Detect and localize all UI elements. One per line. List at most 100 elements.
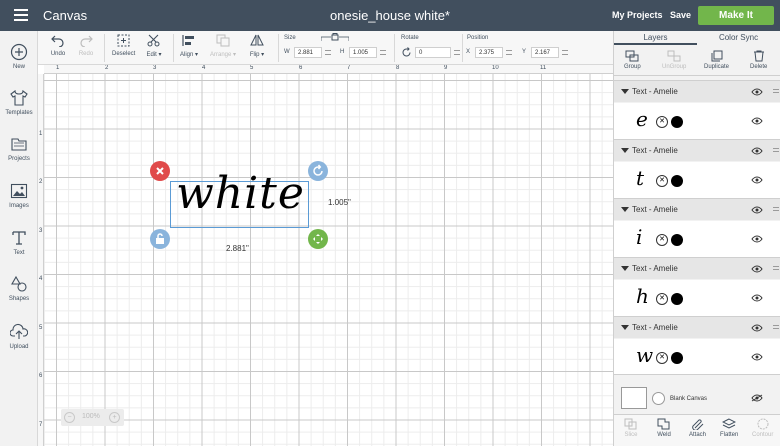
drag-handle[interactable] <box>773 89 779 95</box>
cut-type-icon[interactable]: ✕ <box>656 116 668 128</box>
flip-menu[interactable]: Flip ▾ <box>249 34 265 58</box>
rotate-field[interactable]: 0 <box>415 47 451 58</box>
eye-icon[interactable] <box>751 147 763 155</box>
lock-handle[interactable] <box>150 229 170 249</box>
arrange-menu[interactable]: Arrange ▾ <box>210 34 236 58</box>
selection-box[interactable]: white <box>170 168 309 228</box>
drag-handle[interactable] <box>773 207 779 213</box>
nav-projects[interactable]: Projects <box>0 135 38 162</box>
y-position-field[interactable]: 2.167 <box>531 47 559 58</box>
chevron-down-icon[interactable] <box>621 325 629 330</box>
nav-upload[interactable]: Upload <box>0 323 38 350</box>
menu-icon[interactable] <box>14 9 28 21</box>
layer-group-header[interactable]: Text - Amelie <box>614 316 780 338</box>
delete-handle[interactable] <box>150 161 170 181</box>
eye-hidden-icon[interactable] <box>751 394 763 402</box>
edit-menu[interactable]: Edit ▾ <box>146 34 162 58</box>
selected-text[interactable]: white <box>171 168 310 219</box>
nav-templates[interactable]: Templates <box>0 89 38 116</box>
layer-glyph: h <box>636 284 649 308</box>
nav-images[interactable]: Images <box>0 182 38 209</box>
shirt-icon <box>10 89 28 106</box>
eye-icon[interactable] <box>751 353 763 361</box>
chevron-down-icon[interactable] <box>621 148 629 153</box>
undo-button[interactable]: Undo <box>50 34 66 57</box>
color-swatch[interactable] <box>671 293 683 305</box>
eye-icon[interactable] <box>751 324 763 332</box>
y-position-stepper[interactable] <box>561 47 569 58</box>
width-field[interactable]: 2.881 <box>294 47 322 58</box>
nav-text[interactable]: Text <box>0 229 38 256</box>
eye-icon[interactable] <box>751 235 763 243</box>
delete-button[interactable]: Delete <box>750 50 767 70</box>
cut-type-icon[interactable]: ✕ <box>656 293 668 305</box>
color-swatch[interactable] <box>671 352 683 364</box>
design-canvas[interactable]: 1 2 3 4 5 6 7 8 9 10 11 1 2 3 4 5 6 7 wh… <box>38 65 613 446</box>
my-projects-link[interactable]: My Projects <box>612 10 663 20</box>
chevron-down-icon[interactable] <box>621 89 629 94</box>
drag-handle[interactable] <box>773 325 779 331</box>
eye-icon[interactable] <box>751 265 763 273</box>
layer-row[interactable]: i ✕ <box>614 221 780 257</box>
color-swatch[interactable] <box>671 234 683 246</box>
height-field[interactable]: 1.005 <box>349 47 377 58</box>
ruler-left-mark: 7 <box>39 422 43 428</box>
align-menu[interactable]: Align ▾ <box>180 34 198 58</box>
eye-icon[interactable] <box>751 117 763 125</box>
eye-icon[interactable] <box>751 294 763 302</box>
height-stepper[interactable] <box>379 47 387 58</box>
save-button[interactable]: Save <box>670 10 691 20</box>
eye-icon[interactable] <box>751 206 763 214</box>
ungroup-button[interactable]: UnGroup <box>662 50 686 70</box>
layer-row[interactable]: w ✕ <box>614 339 780 375</box>
chevron-down-icon[interactable] <box>621 207 629 212</box>
x-position-stepper[interactable] <box>505 47 513 58</box>
layer-group-header[interactable]: Text - Amelie <box>614 257 780 279</box>
cut-type-icon[interactable]: ✕ <box>656 175 668 187</box>
blank-canvas-swatch[interactable] <box>621 387 647 409</box>
rotate-handle[interactable] <box>308 161 328 181</box>
width-stepper[interactable] <box>324 47 332 58</box>
layer-group-header[interactable]: Text - Amelie <box>614 80 780 102</box>
layer-group-header[interactable]: Text - Amelie <box>614 139 780 161</box>
nav-new[interactable]: New <box>0 43 38 70</box>
color-swatch[interactable] <box>671 175 683 187</box>
slice-button[interactable]: Slice <box>624 418 638 438</box>
layer-row[interactable]: h ✕ <box>614 280 780 316</box>
layer-row[interactable]: t ✕ <box>614 162 780 198</box>
tab-layers[interactable]: Layers <box>614 31 697 45</box>
attach-button[interactable]: Attach <box>689 418 706 438</box>
canvas-color-swatch[interactable] <box>652 392 665 405</box>
drag-handle[interactable] <box>773 266 779 272</box>
lock-icon[interactable] <box>321 32 349 42</box>
nav-shapes[interactable]: Shapes <box>0 275 38 302</box>
chevron-down-icon[interactable] <box>621 266 629 271</box>
drag-handle[interactable] <box>773 148 779 154</box>
slice-label: Slice <box>624 432 638 438</box>
eye-icon[interactable] <box>751 88 763 96</box>
weld-button[interactable]: Weld <box>657 418 671 438</box>
tab-color-sync[interactable]: Color Sync <box>697 31 780 45</box>
scale-handle[interactable] <box>308 229 328 249</box>
make-it-button[interactable]: Make It <box>698 6 774 25</box>
eye-icon[interactable] <box>751 176 763 184</box>
group-button[interactable]: Group <box>624 50 641 70</box>
ruler-left-mark: 2 <box>39 179 43 185</box>
cut-type-icon[interactable]: ✕ <box>656 352 668 364</box>
cut-type-icon[interactable]: ✕ <box>656 234 668 246</box>
blank-canvas-row[interactable]: Blank Canvas <box>614 374 780 414</box>
duplicate-button[interactable]: Duplicate <box>704 50 729 70</box>
zoom-out-button[interactable]: − <box>64 412 75 423</box>
contour-button[interactable]: Contour <box>752 418 773 438</box>
deselect-button[interactable]: Deselect <box>112 34 135 57</box>
layer-group-header[interactable]: Text - Amelie <box>614 198 780 220</box>
color-swatch[interactable] <box>671 116 683 128</box>
rotate-stepper[interactable] <box>453 47 461 58</box>
x-position-field[interactable]: 2.375 <box>475 47 503 58</box>
layer-row[interactable]: e ✕ <box>614 103 780 139</box>
redo-button[interactable]: Redo <box>78 34 94 57</box>
zoom-in-button[interactable]: + <box>109 412 120 423</box>
edit-toolbar: Undo Redo Deselect Edit ▾ Align ▾ Arrang… <box>38 31 613 65</box>
redo-icon <box>80 35 93 48</box>
flatten-button[interactable]: Flatten <box>720 418 738 438</box>
